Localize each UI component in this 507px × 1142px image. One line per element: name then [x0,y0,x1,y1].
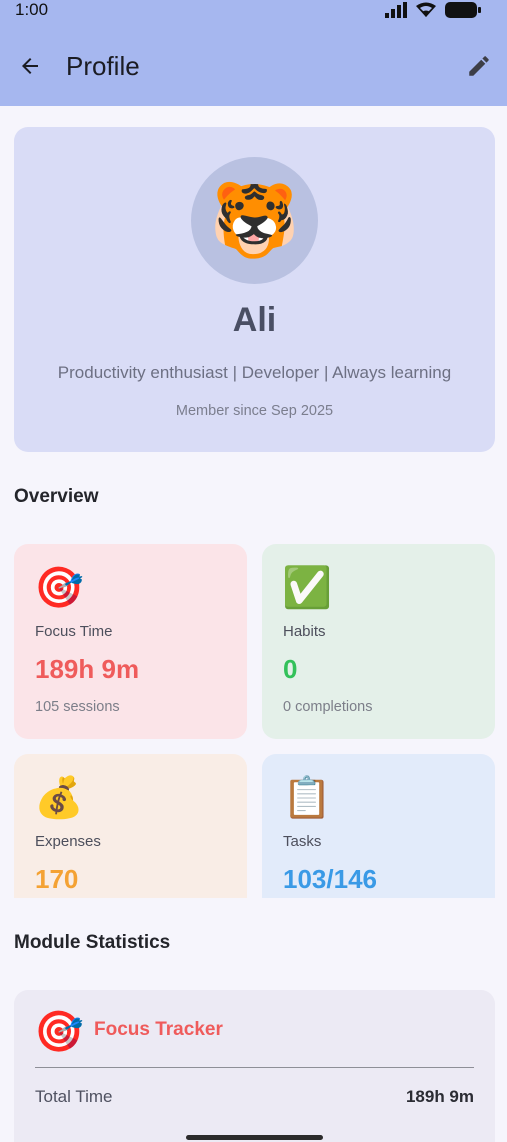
focus-tracker-card[interactable]: 🎯 Focus Tracker Total Time 189h 9m [14,990,495,1142]
pencil-icon [469,56,489,76]
edit-button[interactable] [463,50,495,82]
profile-bio: Productivity enthusiast | Developer | Al… [57,363,452,382]
profile-content[interactable]: 🐯 Ali Productivity enthusiast | Develope… [0,106,507,898]
module-statistics-section: Module Statistics 🎯 Focus Tracker Total … [0,898,507,1142]
back-button[interactable] [14,50,46,82]
habits-card[interactable]: ✅ Habits 0 0 completions [262,544,495,739]
card-label: Tasks [283,833,322,850]
card-value: 189h 9m [35,654,140,684]
page-title: Profile [66,51,140,81]
status-time: 1:00 [15,0,49,19]
target-icon: 🎯 [34,1010,84,1054]
money-bag-icon: 💰 [34,776,84,820]
module-title: Focus Tracker [94,1019,223,1040]
signal-icon [385,2,407,18]
divider [35,1067,474,1068]
overview-title: Overview [14,486,99,507]
target-icon: 🎯 [34,566,84,610]
member-since: Member since Sep 2025 [175,403,334,419]
tasks-card[interactable]: 📋 Tasks 103/146 [262,754,495,898]
card-sub: 0 completions [283,699,373,715]
stat-value: 189h 9m [405,1087,474,1106]
card-value: 103/146 [283,864,377,894]
card-value: 170 [35,864,79,894]
card-label: Focus Time [35,623,113,640]
card-label: Habits [283,623,326,640]
wifi-icon [416,2,436,17]
battery-icon [445,2,481,18]
card-label: Expenses [35,833,101,850]
check-mark-icon: ✅ [282,566,332,610]
profile-card: 🐯 Ali Productivity enthusiast | Develope… [14,127,495,452]
stat-label: Total Time [35,1087,113,1106]
status-icons [385,2,481,18]
expenses-card[interactable]: 💰 Expenses 170 [14,754,247,898]
avatar[interactable]: 🐯 [191,157,318,284]
arrow-back-icon [22,58,38,74]
card-sub: 105 sessions [35,699,120,715]
profile-name: Ali [232,301,277,339]
app-bar: 1:00 Profile [0,0,507,106]
clipboard-icon: 📋 [282,776,332,820]
status-bar: 1:00 [0,0,507,22]
card-value: 0 [283,654,298,684]
module-statistics-title: Module Statistics [14,932,171,953]
gesture-nav-handle[interactable] [186,1135,323,1140]
focus-time-card[interactable]: 🎯 Focus Time 189h 9m 105 sessions [14,544,247,739]
